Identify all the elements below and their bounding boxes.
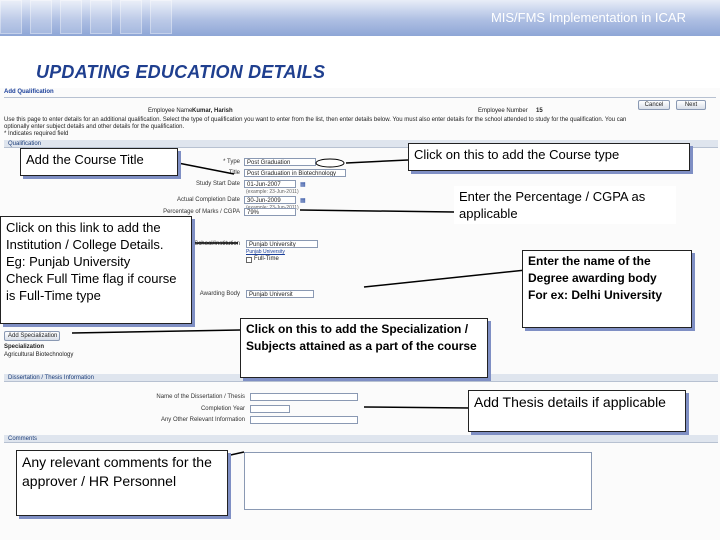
connector-course-title [177, 162, 235, 175]
callout-thesis: Add Thesis details if applicable [468, 390, 686, 432]
connector-specialization [71, 329, 241, 334]
connector-thesis [363, 406, 471, 409]
connector-course-type [345, 159, 409, 164]
callout-comments: Any relevant comments for the approver /… [16, 450, 228, 516]
callout-course-type: Click on this to add the Course type [408, 143, 690, 171]
pointer-ellipse [315, 158, 345, 168]
callout-specialization: Click on this to add the Specialization … [240, 318, 488, 378]
callout-course-title: Add the Course Title [20, 148, 178, 176]
callout-degree-body: Enter the name of the Degree awarding bo… [522, 250, 692, 328]
callout-percentage: Enter the Percentage / CGPA as applicabl… [454, 186, 676, 224]
connector-percentage [299, 209, 455, 213]
callout-institution: Click on this link to add the Institutio… [0, 216, 192, 324]
connector-degree-body [363, 269, 527, 288]
connector-comments [225, 451, 245, 457]
